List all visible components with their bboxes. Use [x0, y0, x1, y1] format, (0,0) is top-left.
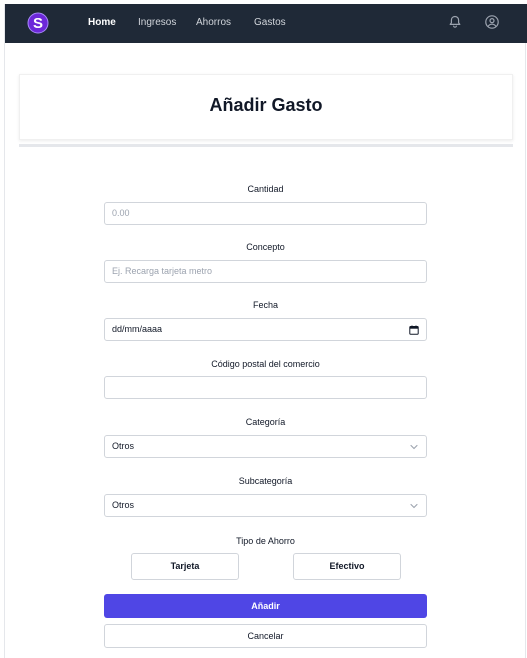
- chevron-down-icon: [410, 503, 418, 509]
- chevron-down-icon: [410, 444, 418, 450]
- categoria-selected-value: Otros: [112, 441, 135, 451]
- nav-link-ahorros[interactable]: Ahorros: [196, 17, 231, 28]
- efectivo-button[interactable]: Efectivo: [293, 553, 401, 580]
- logo-letter: S: [33, 15, 43, 32]
- categoria-select[interactable]: Otros: [104, 435, 427, 458]
- nav-link-ingresos[interactable]: Ingresos: [138, 17, 176, 28]
- nav-link-home[interactable]: Home: [88, 17, 116, 28]
- user-circle-icon[interactable]: [484, 14, 500, 30]
- subcategoria-label: Subcategoría: [238, 476, 293, 486]
- concepto-input[interactable]: Ej. Recarga tarjeta metro: [104, 260, 427, 283]
- page-header-card: Añadir Gasto: [19, 74, 513, 140]
- bell-icon[interactable]: [447, 14, 463, 30]
- concepto-label: Concepto: [246, 242, 285, 252]
- subcategoria-select[interactable]: Otros: [104, 494, 427, 517]
- page-title: Añadir Gasto: [209, 95, 323, 115]
- nav-link-gastos[interactable]: Gastos: [254, 17, 286, 28]
- app-frame: S Home Ingresos Ahorros Gastos Añadir Ga…: [4, 4, 527, 658]
- cantidad-input[interactable]: 0.00: [104, 202, 427, 225]
- logo-icon[interactable]: S: [27, 11, 49, 35]
- cantidad-placeholder: 0.00: [112, 208, 130, 218]
- codigo-postal-input[interactable]: [104, 376, 427, 399]
- fecha-label: Fecha: [252, 300, 278, 310]
- subcategoria-selected-value: Otros: [112, 500, 135, 510]
- fecha-value: dd/mm/aaaa: [112, 324, 163, 334]
- cantidad-label: Cantidad: [247, 184, 284, 194]
- fecha-input[interactable]: dd/mm/aaaa: [104, 318, 427, 341]
- calendar-icon[interactable]: [409, 325, 419, 335]
- tarjeta-button[interactable]: Tarjeta: [131, 553, 239, 580]
- add-button[interactable]: Añadir: [104, 594, 427, 618]
- concepto-placeholder: Ej. Recarga tarjeta metro: [112, 266, 213, 276]
- top-navbar: S Home Ingresos Ahorros Gastos: [5, 4, 527, 43]
- header-divider: [19, 144, 513, 147]
- tipo-ahorro-label: Tipo de Ahorro: [236, 536, 295, 546]
- cancel-button[interactable]: Cancelar: [104, 624, 427, 648]
- codigo-postal-label: Código postal del comercio: [211, 359, 320, 369]
- categoria-label: Categoría: [245, 417, 286, 427]
